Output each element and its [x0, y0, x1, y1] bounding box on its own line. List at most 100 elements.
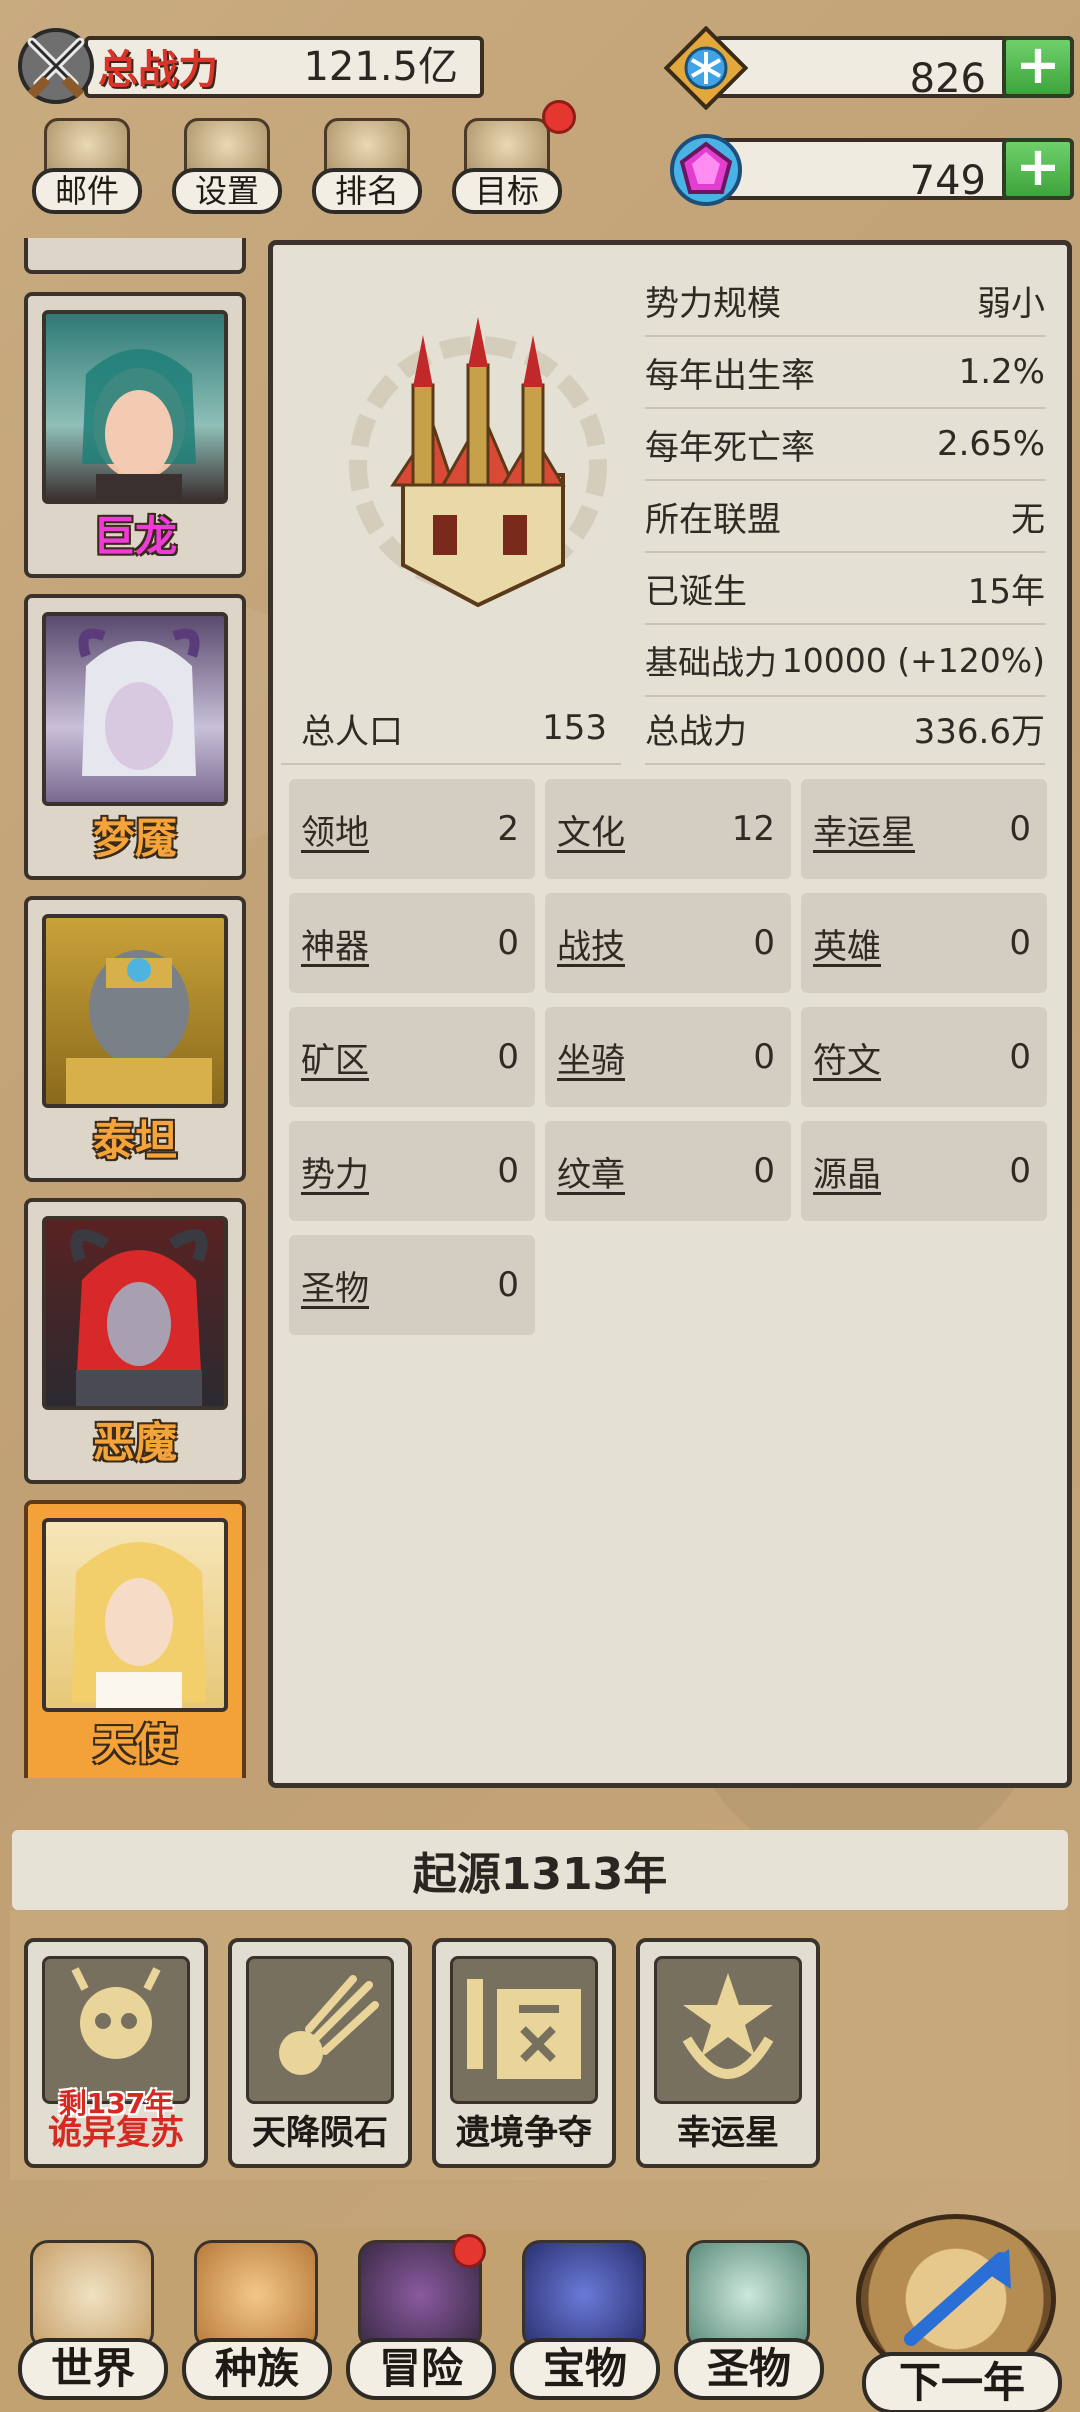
star-icon — [654, 1956, 802, 2104]
total-label: 总战力 — [645, 711, 747, 752]
currency-value: 826 — [909, 56, 986, 102]
stat-label: 每年出生率 — [645, 355, 815, 396]
attribute-cell[interactable]: 英雄 0 — [801, 893, 1047, 993]
attribute-label: 文化 — [557, 812, 625, 853]
nav-label: 宝物 — [510, 2338, 660, 2400]
population-row: 总人口 153 — [281, 693, 621, 765]
ruins-icon — [450, 1956, 598, 2104]
total-power-row: 总战力 336.6万 — [645, 693, 1045, 765]
attribute-value: 0 — [1009, 809, 1031, 849]
attribute-cell[interactable]: 源晶 0 — [801, 1121, 1047, 1221]
attribute-cell[interactable]: 战技 0 — [545, 893, 791, 993]
demon-portrait — [42, 1216, 228, 1410]
event-label: 遗境争夺 — [456, 2113, 592, 2153]
event-lucky-star[interactable]: 幸运星 — [636, 1938, 820, 2168]
nav-label: 圣物 — [674, 2338, 824, 2400]
attribute-cell[interactable]: 圣物 0 — [289, 1235, 535, 1335]
ranking-label: 排名 — [312, 168, 422, 214]
race-card-demon[interactable]: 恶魔 — [24, 1198, 246, 1484]
race-card-titan[interactable]: 泰坦 — [24, 896, 246, 1182]
next-year-label: 下一年 — [862, 2352, 1062, 2412]
stat-value: 2.65% — [936, 424, 1045, 464]
stat-row: 每年出生率 1.2% — [645, 337, 1045, 409]
stat-row: 势力规模 弱小 — [645, 265, 1045, 337]
event-label: 天降陨石 — [252, 2113, 388, 2153]
stat-row: 已诞生 15年 — [645, 553, 1045, 625]
nav-treasure[interactable]: 宝物 — [504, 2230, 664, 2412]
attribute-value: 0 — [1009, 1037, 1031, 1077]
event-ruins[interactable]: 遗境争夺 — [432, 1938, 616, 2168]
attribute-cell[interactable]: 文化 12 — [545, 779, 791, 879]
stat-label: 基础战力 — [645, 643, 777, 682]
attribute-value: 0 — [1009, 923, 1031, 963]
mail-button[interactable]: 邮件 — [26, 118, 148, 214]
nav-label: 世界 — [18, 2338, 168, 2400]
currency-snowflake: 826 + — [664, 26, 1074, 110]
nav-label: 冒险 — [346, 2338, 496, 2400]
attribute-label: 圣物 — [301, 1268, 369, 1309]
year-banner: 起源1313年 — [12, 1830, 1068, 1910]
add-currency-button[interactable]: + — [1002, 36, 1074, 98]
race-name: 天使 — [92, 1720, 177, 1769]
nav-relic[interactable]: 圣物 — [668, 2230, 828, 2412]
race-card-angel[interactable]: 天使 — [24, 1500, 246, 1778]
race-card-nightmare[interactable]: 梦魇 — [24, 594, 246, 880]
pink-crystal-icon — [670, 134, 742, 206]
event-weird-revival[interactable]: 剩137年 诡异复苏 — [24, 1938, 208, 2168]
mail-label: 邮件 — [32, 168, 142, 214]
next-year-button[interactable]: 下一年 — [836, 2204, 1066, 2412]
population-label: 总人口 — [301, 711, 403, 752]
race-list[interactable]: 巨龙 梦魇 泰坦 恶魔 天使 — [24, 238, 248, 1778]
race-name: 梦魇 — [92, 814, 177, 863]
attribute-cell[interactable]: 神器 0 — [289, 893, 535, 993]
attribute-value: 0 — [753, 1151, 775, 1191]
nav-world[interactable]: 世界 — [12, 2230, 172, 2412]
total-value: 336.6万 — [913, 711, 1045, 752]
attribute-cell[interactable]: 领地 2 — [289, 779, 535, 879]
nav-label: 种族 — [182, 2338, 332, 2400]
event-label: 幸运星 — [677, 2113, 779, 2153]
stat-row: 每年死亡率 2.65% — [645, 409, 1045, 481]
race-card-dragon[interactable]: 巨龙 — [24, 292, 246, 578]
quick-buttons: 邮件 设置 排名 目标 — [26, 100, 576, 214]
attribute-label: 势力 — [301, 1154, 369, 1195]
attribute-value: 0 — [497, 1151, 519, 1191]
currency-crystal: 749 + — [664, 128, 1074, 208]
attribute-label: 幸运星 — [813, 812, 915, 853]
nav-adventure[interactable]: 冒险 — [340, 2230, 500, 2412]
attribute-cell[interactable]: 矿区 0 — [289, 1007, 535, 1107]
settings-button[interactable]: 设置 — [166, 118, 288, 214]
stat-value: 15年 — [967, 571, 1045, 612]
attribute-label: 坐骑 — [557, 1040, 625, 1081]
population-value: 153 — [542, 708, 607, 748]
attribute-cell[interactable]: 坐骑 0 — [545, 1007, 791, 1107]
meteor-icon — [246, 1956, 394, 2104]
add-currency-button[interactable]: + — [1002, 138, 1074, 200]
race-info-panel: 势力规模 弱小 每年出生率 1.2% 每年死亡率 2.65% 所在联盟 无 已诞… — [268, 240, 1072, 1788]
race-name: 恶魔 — [92, 1418, 177, 1467]
goals-label: 目标 — [452, 168, 562, 214]
attribute-label: 纹章 — [557, 1154, 625, 1195]
notification-dot — [452, 2234, 486, 2268]
dragon-portrait — [42, 310, 228, 504]
attribute-value: 0 — [753, 1037, 775, 1077]
ranking-button[interactable]: 排名 — [306, 118, 428, 214]
map-icon — [30, 2240, 154, 2350]
attribute-label: 矿区 — [301, 1040, 369, 1081]
goals-button[interactable]: 目标 — [446, 100, 576, 214]
race-card-partial[interactable] — [24, 238, 246, 274]
stat-value: 10000 (+120%) — [781, 640, 1045, 680]
attribute-value: 2 — [497, 809, 519, 849]
total-power-label: 总战力 — [98, 47, 218, 93]
nav-race[interactable]: 种族 — [176, 2230, 336, 2412]
attribute-cell[interactable]: 符文 0 — [801, 1007, 1047, 1107]
attribute-value: 0 — [1009, 1151, 1031, 1191]
attribute-cell[interactable]: 势力 0 — [289, 1121, 535, 1221]
stat-label: 势力规模 — [645, 283, 781, 324]
event-meteor[interactable]: 天降陨石 — [228, 1938, 412, 2168]
stat-value: 弱小 — [977, 283, 1045, 324]
attribute-cell[interactable]: 纹章 0 — [545, 1121, 791, 1221]
attribute-label: 战技 — [557, 926, 625, 967]
attribute-cell[interactable]: 幸运星 0 — [801, 779, 1047, 879]
snowflake-gem-icon — [664, 26, 748, 110]
